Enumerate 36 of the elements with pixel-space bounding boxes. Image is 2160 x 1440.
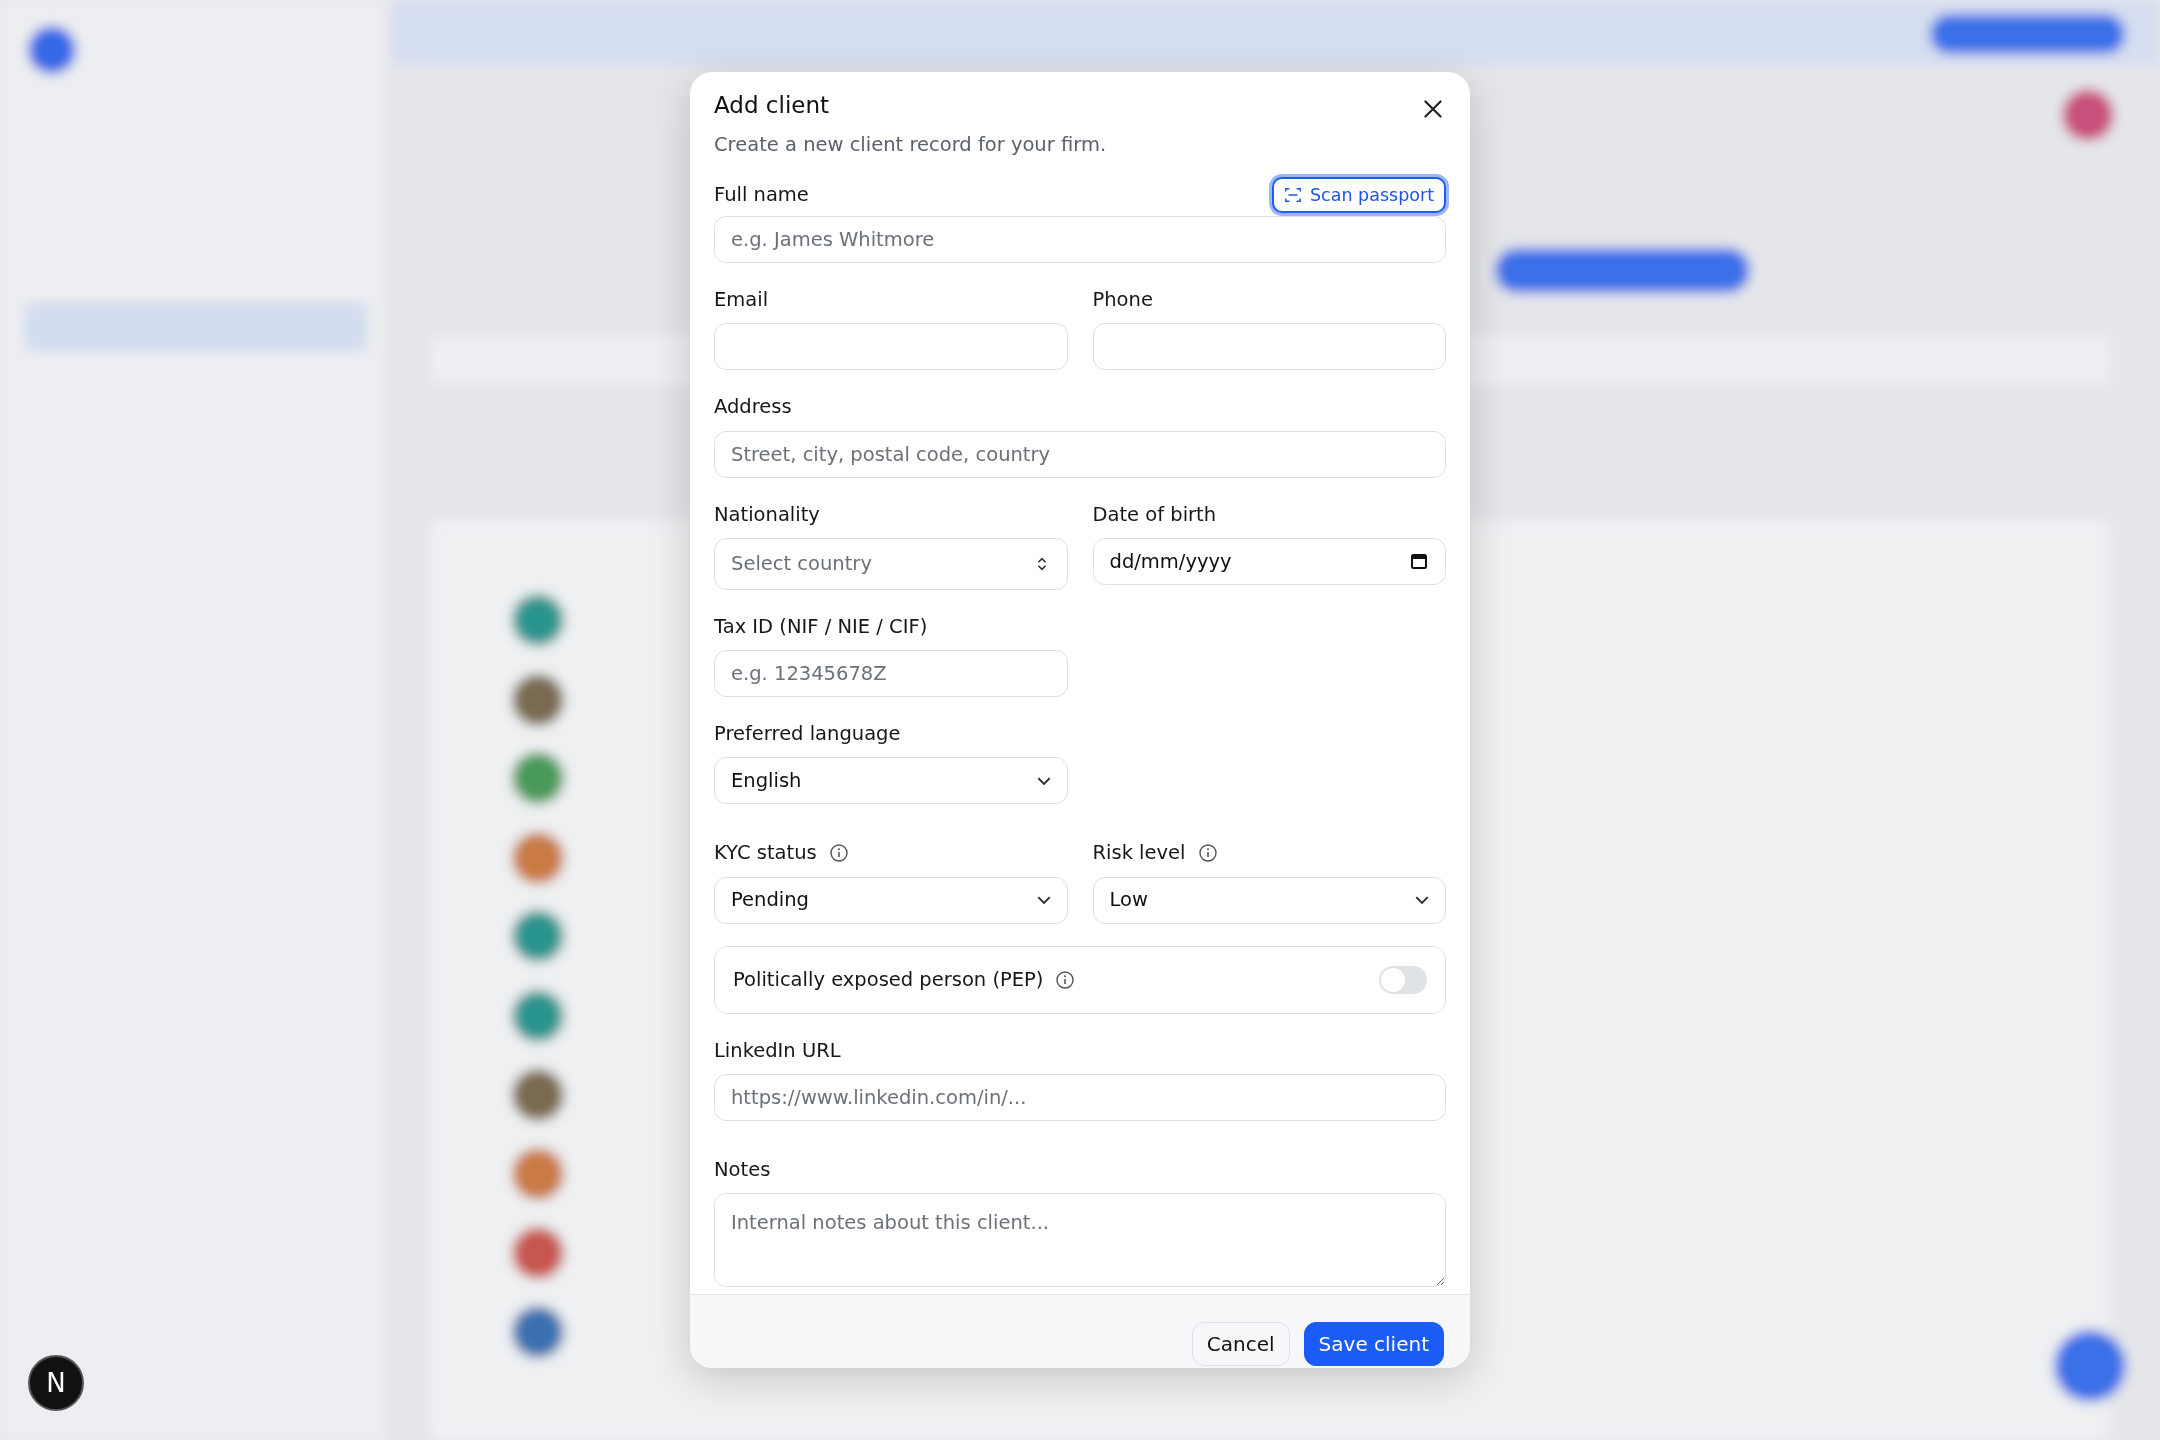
chevron-icon (1415, 896, 1429, 905)
field-label: KYC status (714, 840, 817, 867)
input-field[interactable]: e.g. James Whitmore (714, 216, 1446, 264)
toggle-switch[interactable] (1379, 965, 1427, 994)
dropdown-field[interactable]: English (714, 757, 1068, 805)
input-field[interactable]: e.g. 12345678Z (714, 650, 1068, 698)
field-label: Risk level (1092, 840, 1186, 867)
chevron-icon (1036, 896, 1051, 905)
input-field[interactable]: Street, city, postal code, country (714, 430, 1446, 478)
calendar-icon (1409, 551, 1429, 572)
field-label: Address (714, 394, 792, 421)
scan-icon (1283, 185, 1302, 204)
field-label: Email (714, 287, 769, 314)
scan-passport-button[interactable]: Scan passport (1271, 176, 1446, 214)
field-label: Phone (1092, 287, 1153, 314)
dropdown-field[interactable]: Select country (714, 537, 1068, 590)
input-field[interactable] (1092, 323, 1446, 371)
toggle-label: Politically exposed person (PEP) (733, 966, 1044, 993)
field-label: Nationality (714, 501, 820, 528)
cancel-button[interactable]: Cancel (1191, 1322, 1290, 1366)
date-field[interactable]: dd/mm/yyyy (1092, 537, 1446, 585)
save-button[interactable]: Save client (1303, 1322, 1444, 1366)
field-label: Preferred language (714, 721, 901, 748)
field-label: Tax ID (NIF / NIE / CIF) (714, 613, 928, 640)
chevron-icon (1036, 776, 1051, 785)
dialog-subtitle: Create a new client record for your firm. (714, 131, 1108, 158)
field-label: Full name (714, 182, 809, 209)
input-field[interactable]: https://www.linkedin.com/in/... (714, 1073, 1446, 1121)
input-field[interactable] (714, 323, 1068, 371)
field-label: LinkedIn URL (714, 1037, 841, 1064)
notes-field[interactable]: Internal notes about this client... (714, 1193, 1446, 1288)
dropdown-field[interactable]: Pending (714, 876, 1068, 924)
field-label: Notes (714, 1156, 771, 1183)
field-label: Date of birth (1092, 501, 1217, 528)
dropdown-field[interactable]: Low (1092, 876, 1446, 924)
dialog-title: Add client (714, 92, 829, 120)
